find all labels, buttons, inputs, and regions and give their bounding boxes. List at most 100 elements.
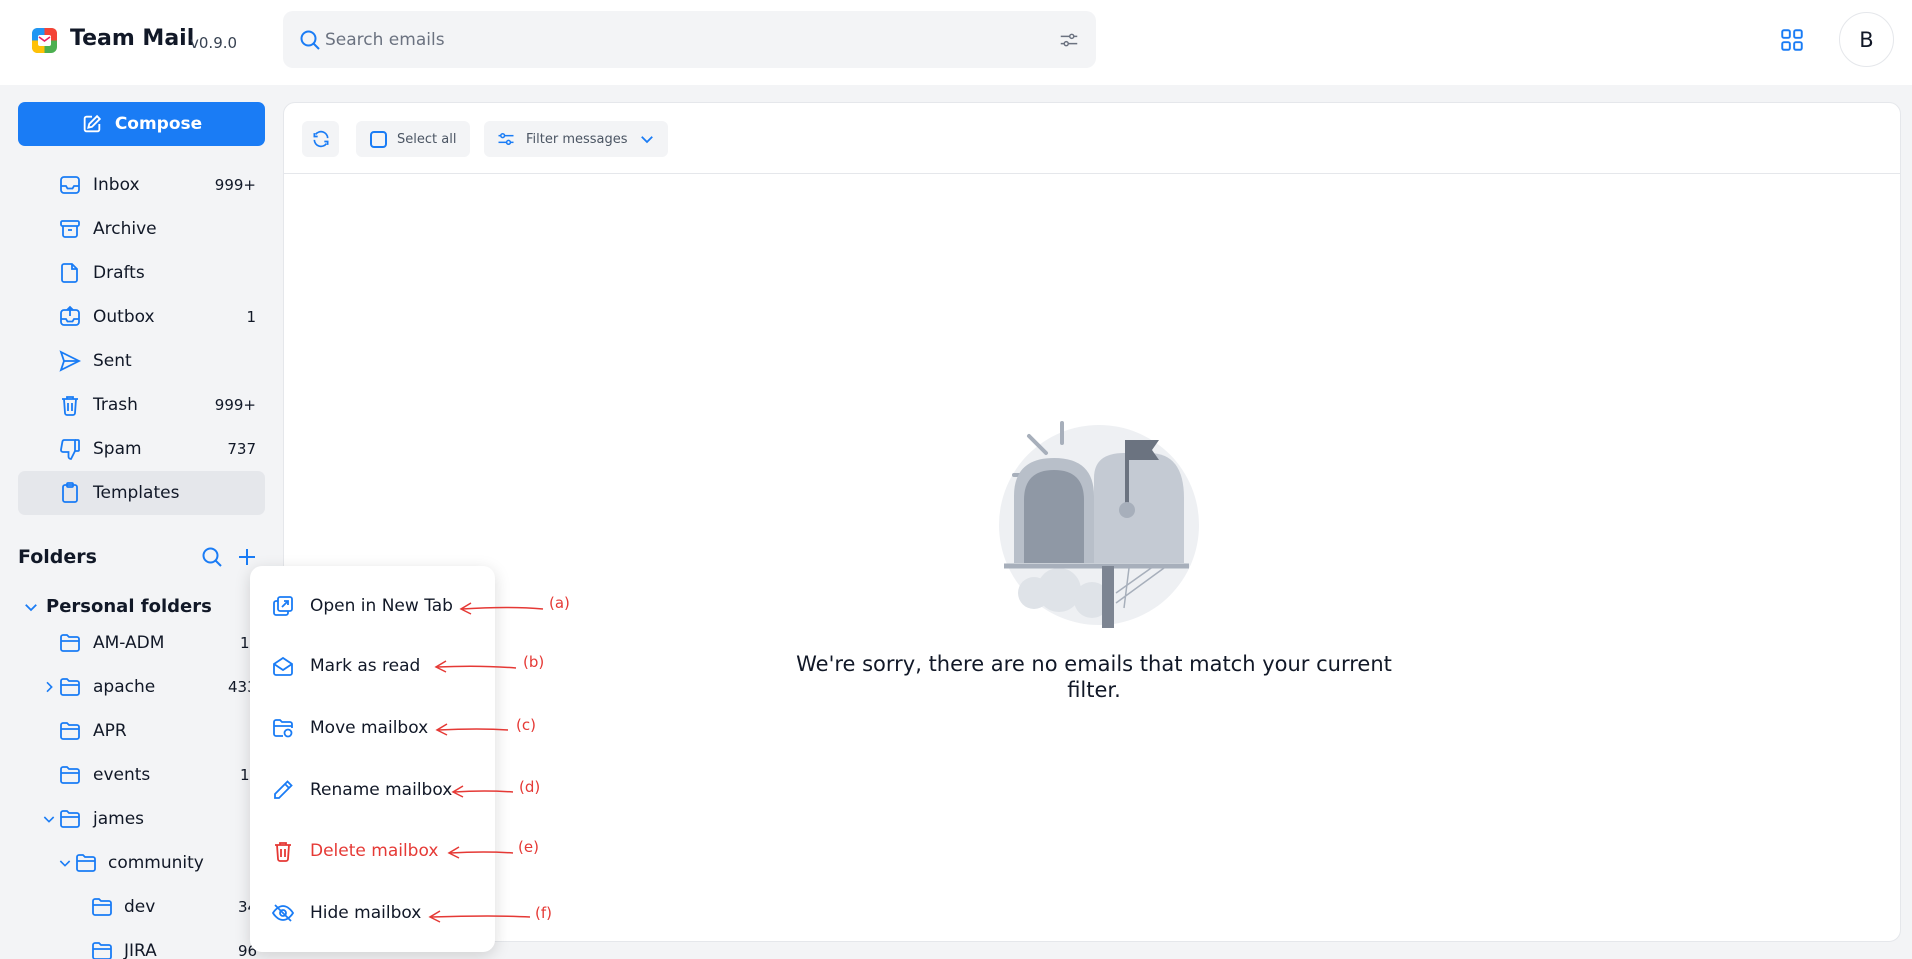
folder-icon [60,810,80,828]
menu-item-label: Delete mailbox [310,841,439,861]
sidebar-item-label: Trash [93,395,138,415]
annotation-label-e: (e) [518,838,539,856]
filter-messages-button[interactable]: Filter messages [484,121,668,157]
chevron-down-icon[interactable] [57,855,73,871]
search-icon [300,30,320,50]
user-avatar[interactable]: B [1839,12,1894,67]
compose-icon [83,114,101,133]
folder-icon [60,634,80,652]
folders-title: Folders [18,546,97,568]
sidebar-item-outbox[interactable]: Outbox 1 [18,295,265,339]
message-toolbar: Select all Filter messages [284,103,1900,174]
folder-icon [92,898,112,916]
folder-label: AM-ADM [93,633,165,653]
folder-label: JIRA [124,941,157,959]
search-input[interactable] [325,11,1005,68]
annotation-label-c: (c) [516,716,536,734]
sidebar-item-drafts[interactable]: Drafts [18,251,265,295]
folder-context-menu: Open in New Tab Mark as read Move mailbo… [250,566,495,952]
menu-item-delete-mailbox[interactable]: Delete mailbox [250,826,495,876]
envelope-open-icon [273,656,293,676]
folder-label: apache [93,677,156,697]
chevron-right-icon[interactable] [41,679,57,695]
sidebar-item-inbox[interactable]: Inbox 999+ [18,163,265,207]
search-bar[interactable] [283,11,1096,68]
menu-item-rename-mailbox[interactable]: Rename mailbox [250,765,495,815]
refresh-button[interactable] [302,121,339,157]
folder-item-jira[interactable]: JIRA 96 [0,931,282,959]
thumbs-down-icon [60,439,80,460]
select-all-button[interactable]: Select all [356,121,471,157]
refresh-icon [313,130,328,148]
menu-item-label: Rename mailbox [310,780,453,800]
select-all-label: Select all [397,131,457,147]
message-list-panel: Select all Filter messages We're sorry, … [283,102,1901,942]
filter-messages-label: Filter messages [526,131,628,147]
folder-item-community[interactable]: community [0,843,282,883]
annotation-label-a: (a) [549,594,570,612]
menu-item-label: Hide mailbox [310,903,422,923]
menu-item-label: Mark as read [310,656,421,676]
clipboard-icon [62,482,78,503]
folder-item-events[interactable]: events 10 [0,755,282,795]
chevron-down-icon [25,603,37,611]
folder-label: APR [93,721,127,741]
menu-item-label: Open in New Tab [310,596,453,616]
folder-item-am-adm[interactable]: AM-ADM 18 [0,623,282,663]
personal-folders-label: Personal folders [46,596,212,617]
sidebar-item-count: 737 [227,440,256,458]
select-all-checkbox[interactable] [370,130,387,148]
folder-label: james [93,809,145,829]
folder-item-james[interactable]: james [0,799,282,839]
trash-icon [62,396,78,416]
outbox-icon [60,305,80,326]
sidebar-item-spam[interactable]: Spam 737 [18,427,265,471]
compose-label: Compose [114,114,203,134]
add-folder-icon[interactable] [235,545,259,569]
sidebar-item-count: 999+ [214,396,256,414]
folder-icon [60,766,80,784]
folder-search-icon[interactable] [200,545,224,569]
sidebar-item-trash[interactable]: Trash 999+ [18,383,265,427]
sidebar-item-sent[interactable]: Sent [18,339,265,383]
annotation-label-d: (d) [519,778,541,796]
sidebar-item-label: Templates [93,483,180,503]
folder-item-dev[interactable]: dev 34 [0,887,282,927]
folder-item-apache[interactable]: apache 433 [0,667,282,707]
sidebar-item-archive[interactable]: Archive [18,207,265,251]
drafts-icon [61,263,78,283]
sidebar-item-count: 999+ [214,176,256,194]
app-version: v0.9.0 [190,34,238,52]
chevron-down-icon [640,136,653,144]
folder-label: dev [124,897,156,917]
folder-item-apr[interactable]: APR [0,711,282,751]
folder-icon [60,678,80,696]
chevron-down-icon[interactable] [41,811,57,827]
search-options-icon[interactable] [1058,29,1080,51]
menu-item-label: Move mailbox [310,718,429,738]
sidebar-item-label: Spam [93,439,142,459]
app-title: Team Mail [70,26,195,51]
open-new-tab-icon [273,596,293,616]
archive-icon [60,220,80,238]
folder-icon [92,942,112,959]
folder-icon [76,854,96,872]
menu-item-move-mailbox[interactable]: Move mailbox [250,703,495,753]
menu-item-mark-as-read[interactable]: Mark as read [250,641,495,691]
compose-button[interactable]: Compose [18,102,265,146]
sidebar-item-templates[interactable]: Templates [18,471,265,515]
trash-icon [275,842,291,862]
menu-item-open-in-new-tab[interactable]: Open in New Tab [250,581,495,631]
annotation-label-f: (f) [535,904,552,922]
sidebar-item-label: Inbox [93,175,140,195]
menu-item-hide-mailbox[interactable]: Hide mailbox [250,888,495,938]
send-icon [59,350,82,372]
filter-sliders-icon [498,132,514,145]
inbox-icon [60,176,80,194]
empty-state-message: We're sorry, there are no emails that ma… [796,652,1392,702]
sidebar-item-label: Outbox [93,307,155,327]
personal-folders-toggle[interactable]: Personal folders [22,596,212,617]
apps-grid-icon[interactable] [1779,27,1805,53]
sidebar-item-count: 1 [246,308,256,326]
sidebar-item-label: Archive [93,219,157,239]
